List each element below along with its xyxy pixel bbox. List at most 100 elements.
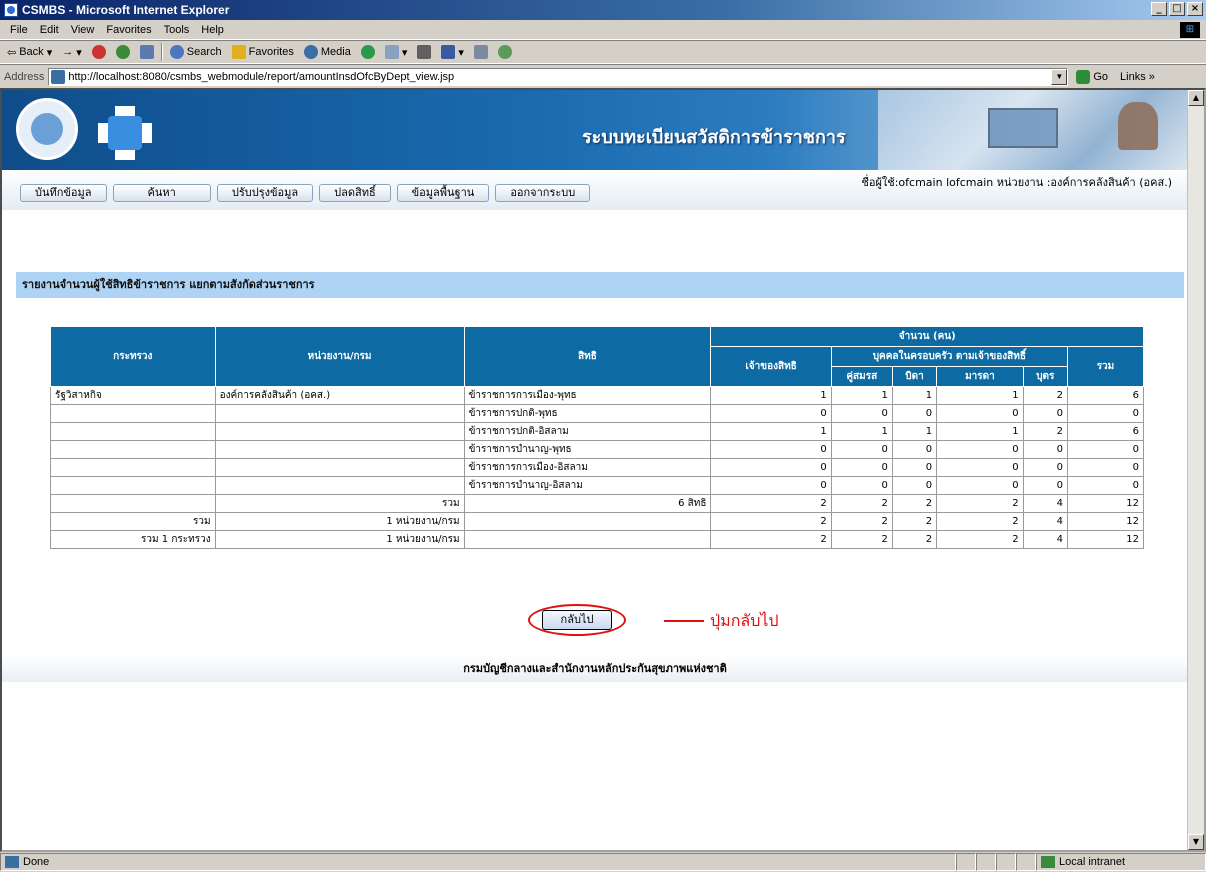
maximize-button[interactable]: □	[1169, 2, 1185, 16]
menu-favorites[interactable]: Favorites	[100, 24, 157, 36]
header-child: บุตร	[1022, 366, 1068, 387]
header-amount: จำนวน (คน)	[710, 326, 1144, 347]
cell-total: 12	[1066, 494, 1145, 513]
messenger-icon	[497, 45, 512, 59]
print-button[interactable]	[414, 42, 434, 62]
cell-father: 2	[891, 494, 938, 513]
stop-button[interactable]	[89, 42, 109, 62]
cell-child: 0	[1022, 404, 1068, 423]
nav-master-data[interactable]: ข้อมูลพื้นฐาน	[396, 184, 490, 202]
cell-mother: 0	[936, 476, 1024, 495]
cell-owner: 1	[710, 386, 832, 405]
intranet-icon	[1041, 856, 1055, 868]
cell-spouse: 0	[830, 440, 893, 459]
nav-update-data[interactable]: ปรับปรุงข้อมูล	[216, 184, 314, 202]
back-arrow-icon: ⇦	[7, 46, 17, 59]
history-icon	[360, 45, 375, 59]
header-department: หน่วยงาน/กรม	[214, 326, 465, 387]
discuss-button[interactable]	[471, 42, 491, 62]
menu-help[interactable]: Help	[195, 24, 230, 36]
cell-owner: 0	[710, 440, 832, 459]
page-icon	[51, 69, 66, 84]
address-dropdown-icon[interactable]: ▼	[1051, 68, 1068, 85]
menu-tools[interactable]: Tools	[158, 24, 196, 36]
table-row-total: รวม 1 กระทรวง 1 หน่วยงาน/กรม 2 2 2 2 4 1…	[50, 530, 1145, 549]
media-label: Media	[320, 46, 351, 58]
links-button[interactable]: Links »	[1120, 71, 1155, 83]
cell-child: 2	[1022, 386, 1068, 405]
menu-edit[interactable]: Edit	[34, 24, 65, 36]
cell-father: 2	[891, 530, 938, 549]
home-icon	[139, 45, 154, 59]
back-nav-button[interactable]: ⇦ Back ▾	[4, 42, 55, 62]
home-button[interactable]	[137, 42, 157, 62]
go-button[interactable]: Go	[1076, 69, 1108, 84]
history-button[interactable]	[358, 42, 378, 62]
cell-spouse: 1	[830, 386, 893, 405]
cell-department	[214, 404, 465, 423]
table-row: ข้าราชการบำนาญ-พุทธ 0 0 0 0 0 0	[50, 440, 1145, 459]
search-button[interactable]: Search	[167, 42, 225, 62]
windows-logo-icon: ⊞	[1180, 22, 1200, 38]
table-row: รัฐวิสาหกิจ องค์การคลังสินค้า (อคส.) ข้า…	[50, 386, 1145, 405]
nav-revoke-right[interactable]: ปลดสิทธิ์	[319, 184, 391, 202]
scroll-down-icon[interactable]: ▼	[1188, 834, 1204, 850]
menu-file[interactable]: File	[4, 24, 34, 36]
scroll-up-icon[interactable]: ▲	[1188, 90, 1204, 106]
stop-icon	[91, 45, 106, 59]
mail-button[interactable]: ▾	[382, 42, 411, 62]
cell-mother: 2	[936, 494, 1024, 513]
site-nav: บันทึกข้อมูล ค้นหา ปรับปรุงข้อมูล ปลดสิท…	[2, 170, 1188, 210]
back-button[interactable]: กลับไป	[542, 610, 612, 630]
annotation-label: ปุ่มกลับไป	[710, 611, 779, 630]
cell-mother: 1	[936, 386, 1024, 405]
cell-father: 2	[891, 512, 938, 531]
chevron-down-icon: ▾	[458, 46, 464, 59]
table-row: ข้าราชการปกติ-พุทธ 0 0 0 0 0 0	[50, 404, 1145, 423]
page-footer: กรมบัญชีกลางและสำนักงานหลักประกันสุขภาพแ…	[2, 656, 1188, 682]
cell-right: ข้าราชการปกติ-พุทธ	[463, 404, 712, 423]
cell-father: 1	[891, 422, 938, 441]
close-button[interactable]: ×	[1187, 2, 1203, 16]
status-main: Done	[0, 853, 956, 871]
cell-right: ข้าราชการปกติ-อิสลาม	[463, 422, 712, 441]
forward-arrow-icon: →	[62, 46, 74, 58]
cell-right	[463, 512, 712, 531]
messenger-button[interactable]	[495, 42, 515, 62]
cell-total: 0	[1066, 404, 1145, 423]
refresh-button[interactable]	[113, 42, 133, 62]
cell-father: 0	[891, 476, 938, 495]
nav-search[interactable]: ค้นหา	[112, 184, 211, 202]
cell-mother: 1	[936, 422, 1024, 441]
cell-department	[214, 422, 465, 441]
menu-view[interactable]: View	[65, 24, 101, 36]
cell-child: 4	[1022, 512, 1068, 531]
cell-total: 0	[1066, 440, 1145, 459]
vertical-scrollbar[interactable]: ▲ ▼	[1187, 90, 1204, 850]
minimize-button[interactable]: _	[1151, 2, 1167, 16]
ie-app-icon	[4, 3, 18, 17]
media-button[interactable]: Media	[301, 42, 354, 62]
status-cell	[976, 853, 996, 871]
favorites-button[interactable]: Favorites	[229, 42, 297, 62]
status-bar: Done Local intranet	[0, 852, 1206, 872]
cell-total: 6	[1066, 422, 1145, 441]
favorites-icon	[231, 45, 246, 59]
cell-ministry	[50, 404, 216, 423]
cell-child: 4	[1022, 494, 1068, 513]
cell-ministry	[50, 494, 216, 513]
cell-owner: 0	[710, 476, 832, 495]
cell-owner: 0	[710, 404, 832, 423]
cell-spouse: 1	[830, 422, 893, 441]
address-input[interactable]: http://localhost:8080/csmbs_webmodule/re…	[48, 67, 1069, 86]
edit-button[interactable]: ▾	[438, 42, 467, 62]
office-photo	[878, 90, 1188, 170]
forward-nav-button[interactable]: → ▾	[59, 42, 85, 62]
cell-department	[214, 440, 465, 459]
cell-ministry	[50, 476, 216, 495]
cell-right: ข้าราชการบำนาญ-อิสลาม	[463, 476, 712, 495]
status-cell	[956, 853, 976, 871]
annotation-line	[664, 620, 704, 622]
nav-record-data[interactable]: บันทึกข้อมูล	[20, 184, 107, 202]
nav-logout[interactable]: ออกจากระบบ	[495, 184, 591, 202]
